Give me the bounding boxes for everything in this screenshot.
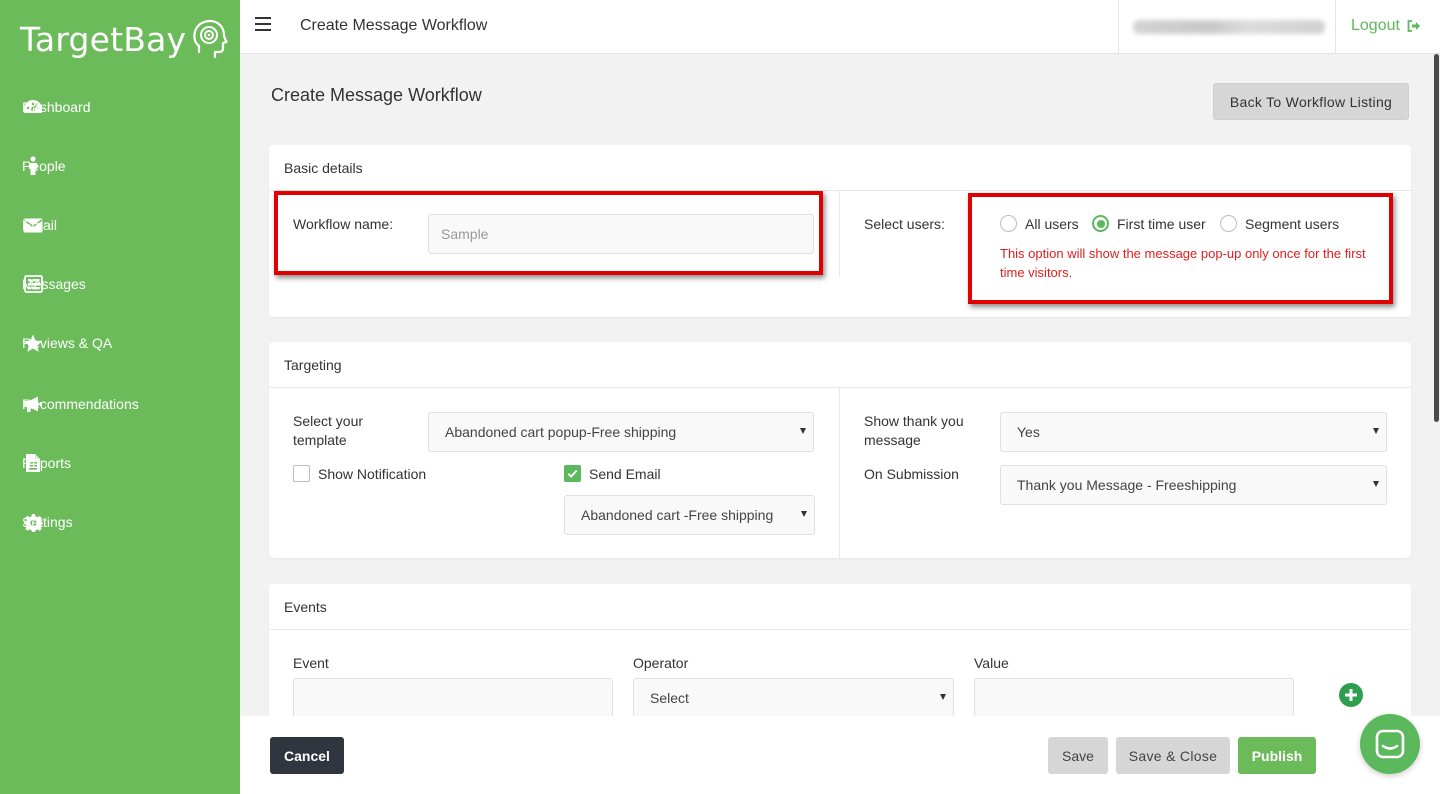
sidebar-item-messages[interactable]: Messages <box>0 264 240 304</box>
chat-icon <box>1375 729 1405 759</box>
logout-link[interactable]: Logout <box>1351 17 1421 35</box>
footer-actions: Cancel Save Save & Close Publish <box>240 716 1440 794</box>
sidebar-item-label: Reports <box>22 454 72 471</box>
sidebar: TargetBay Dashboard People Email Message… <box>0 0 240 794</box>
value-label: Value <box>974 655 1009 671</box>
on-submission-label: On Submission <box>864 466 959 482</box>
thank-you-label: Show thank you message <box>864 413 964 448</box>
logo-text: TargetBay <box>20 19 187 59</box>
sidebar-item-label: Settings <box>22 513 73 530</box>
plus-icon <box>1345 689 1357 701</box>
scrollbar-thumb[interactable] <box>1434 54 1439 422</box>
logo[interactable]: TargetBay <box>20 18 228 60</box>
sidebar-item-label: Messages <box>22 275 86 292</box>
email-template-select-value: Abandoned cart -Free shipping <box>581 507 774 523</box>
operator-label: Operator <box>633 655 689 671</box>
save-button[interactable]: Save <box>1048 737 1108 774</box>
chevron-down-icon <box>801 511 807 517</box>
sidebar-item-settings[interactable]: Settings <box>0 502 240 542</box>
thank-you-select[interactable]: Yes <box>1000 412 1387 452</box>
header-title: Create Message Workflow <box>300 17 488 34</box>
events-card: Events Event Operator Select Value <box>269 584 1411 734</box>
targeting-card: Targeting Select your template Abandoned… <box>269 342 1411 558</box>
sidebar-item-label: Reviews & QA <box>22 334 113 351</box>
checkmark-icon <box>567 469 578 478</box>
logo-head-icon <box>193 19 228 59</box>
value-input[interactable] <box>974 678 1294 718</box>
show-notification-label[interactable]: Show Notification <box>318 466 426 482</box>
page-title: Create Message Workflow <box>271 85 482 105</box>
send-email-label[interactable]: Send Email <box>589 466 661 482</box>
targeting-heading: Targeting <box>269 342 1411 388</box>
column-divider <box>839 191 840 277</box>
user-account[interactable] <box>1118 0 1336 54</box>
template-label: Select your template <box>293 413 364 448</box>
sidebar-item-reviews[interactable]: Reviews & QA <box>0 323 240 363</box>
chevron-down-icon <box>1373 481 1379 487</box>
chevron-down-icon <box>800 428 806 434</box>
topbar: Create Message Workflow Logout <box>240 0 1440 54</box>
select-users-label: Select users: <box>864 216 945 232</box>
show-notification-checkbox[interactable] <box>293 465 310 482</box>
event-label: Event <box>293 655 329 671</box>
column-divider <box>839 388 840 558</box>
add-event-button[interactable] <box>1339 683 1363 707</box>
sidebar-item-label: Email <box>22 216 58 233</box>
on-submission-select-value: Thank you Message - Freeshipping <box>1017 477 1237 493</box>
events-heading: Events <box>269 584 1411 630</box>
sidebar-item-label: Recommendations <box>22 395 139 412</box>
logout-label: Logout <box>1351 17 1400 34</box>
sidebar-item-label: People <box>22 157 66 174</box>
chevron-down-icon <box>1373 428 1379 434</box>
select-users-highlight <box>968 193 1393 304</box>
email-template-select[interactable]: Abandoned cart -Free shipping <box>564 495 815 535</box>
basic-details-heading: Basic details <box>269 145 1411 191</box>
sidebar-item-dashboard[interactable]: Dashboard <box>0 87 240 127</box>
on-submission-select[interactable]: Thank you Message - Freeshipping <box>1000 465 1387 505</box>
operator-select-value: Select <box>650 690 689 706</box>
thank-you-select-value: Yes <box>1017 424 1040 440</box>
operator-select[interactable]: Select <box>633 678 954 718</box>
publish-button[interactable]: Publish <box>1238 737 1316 774</box>
sidebar-item-recommendations[interactable]: Recommendations <box>0 384 240 424</box>
sidebar-item-email[interactable]: Email <box>0 205 240 245</box>
sign-out-icon <box>1407 20 1420 32</box>
send-email-checkbox[interactable] <box>564 465 581 482</box>
sidebar-item-reports[interactable]: Reports <box>0 443 240 483</box>
chat-widget-button[interactable] <box>1360 714 1420 774</box>
chevron-down-icon <box>940 694 946 700</box>
back-to-workflow-listing-button[interactable]: Back To Workflow Listing <box>1213 83 1409 120</box>
template-select-value: Abandoned cart popup-Free shipping <box>445 424 677 440</box>
workflow-name-highlight <box>274 191 823 275</box>
hamburger-menu-icon[interactable] <box>255 17 271 31</box>
template-select[interactable]: Abandoned cart popup-Free shipping <box>428 412 814 452</box>
event-input[interactable] <box>293 678 613 718</box>
sidebar-item-label: Dashboard <box>22 98 91 115</box>
save-close-button[interactable]: Save & Close <box>1116 737 1230 774</box>
blurred-username <box>1133 20 1325 34</box>
cancel-button[interactable]: Cancel <box>270 737 344 774</box>
sidebar-item-people[interactable]: People <box>0 146 240 186</box>
